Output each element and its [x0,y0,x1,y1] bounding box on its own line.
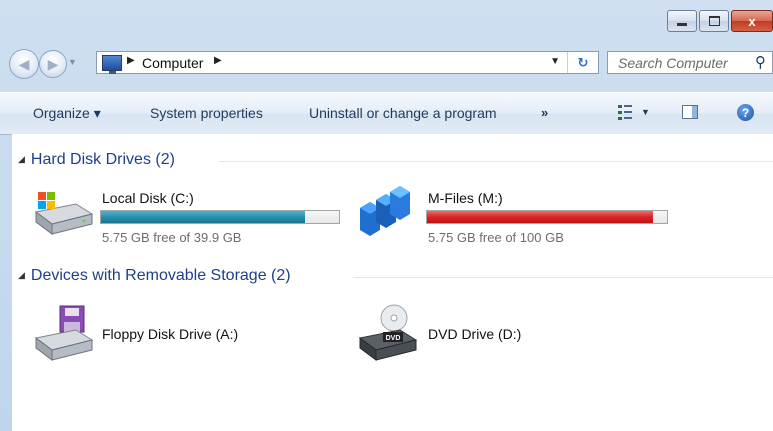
drive-free-space: 5.75 GB free of 39.9 GB [102,230,242,245]
m-files-icon [360,186,410,236]
drive-name: DVD Drive (D:) [428,326,522,342]
search-input[interactable] [608,52,758,73]
collapse-triangle-icon[interactable]: ◢ [18,270,25,280]
dvd-logo-text: DVD [386,335,401,342]
close-icon: x [748,13,756,29]
collapse-triangle-icon[interactable]: ◢ [18,154,25,164]
dvd-drive-icon: DVD [358,304,418,361]
refresh-icon: ↻ [577,54,589,70]
breadcrumb-computer[interactable]: Computer [142,55,203,71]
drive-item-a[interactable]: Floppy Disk Drive (A:) [32,304,292,364]
breadcrumb-chevron-icon[interactable]: ▶ [127,55,135,66]
address-history-dropdown[interactable]: ▼ [550,56,560,67]
help-icon[interactable]: ? [737,104,754,121]
back-arrow-icon: ◀ [18,55,30,72]
minimize-icon [677,22,687,26]
search-icon[interactable]: ⚲ [755,53,766,71]
refresh-button[interactable]: ↻ [567,52,598,73]
view-options-dropdown[interactable]: ▼ [641,107,650,117]
computer-icon [102,55,122,74]
group-header-hard-disk-drives[interactable]: ◢ Hard Disk Drives (2) [18,151,175,169]
drive-name: Local Disk (C:) [102,190,194,206]
windows-hard-disk-icon [34,192,94,235]
navigation-bar: ◀ ▶ ▼ ▶ Computer ▶ ▼ ↻ ⚲ [0,44,773,82]
minimize-button[interactable] [667,10,697,32]
breadcrumb-chevron-icon[interactable]: ▶ [214,55,222,66]
group-header-removable-storage[interactable]: ◢ Devices with Removable Storage (2) [18,267,291,285]
group-divider [353,277,773,278]
search-box: ⚲ [607,51,773,74]
drive-item-c[interactable]: Local Disk (C:) 5.75 GB free of 39.9 GB [32,184,352,245]
maximize-icon [708,16,720,26]
explorer-window: x ◀ ▶ ▼ ▶ Computer ▶ ▼ ↻ ⚲ Organize ▾ Sy… [0,0,773,431]
drive-item-d[interactable]: DVD DVD Drive (D:) [356,304,616,364]
drive-name: M-Files (M:) [428,190,503,206]
change-view-icon[interactable] [618,105,632,120]
group-label: Hard Disk Drives (2) [30,151,175,168]
drive-usage-bar [100,210,340,224]
drive-usage-fill [101,211,305,223]
address-bar[interactable]: ▶ Computer ▶ ▼ ↻ [96,51,599,74]
drive-usage-fill [427,211,653,223]
drive-item-m[interactable]: M-Files (M:) 5.75 GB free of 100 GB [356,184,686,245]
group-divider [219,161,773,162]
more-commands-button[interactable]: » [541,105,548,120]
group-label: Devices with Removable Storage (2) [30,267,291,284]
drive-name: Floppy Disk Drive (A:) [102,326,239,342]
command-bar: Organize ▾ System properties Uninstall o… [0,92,773,135]
floppy-drive-icon [34,305,94,361]
drive-usage-bar [426,210,668,224]
back-button[interactable]: ◀ [9,49,39,79]
preview-pane-icon[interactable] [682,105,698,119]
content-pane: ◢ Hard Disk Drives (2) Local Disk (C:) 5.… [12,134,773,431]
close-button[interactable]: x [731,10,773,32]
uninstall-program-button[interactable]: Uninstall or change a program [309,105,497,121]
forward-arrow-icon: ▶ [47,55,59,72]
recent-pages-dropdown[interactable]: ▼ [68,57,77,67]
drive-free-space: 5.75 GB free of 100 GB [428,230,564,245]
maximize-button[interactable] [699,10,729,32]
system-properties-button[interactable]: System properties [150,105,263,121]
forward-button[interactable]: ▶ [39,50,67,78]
caption-buttons: x [665,10,773,32]
organize-button[interactable]: Organize ▾ [33,105,101,122]
